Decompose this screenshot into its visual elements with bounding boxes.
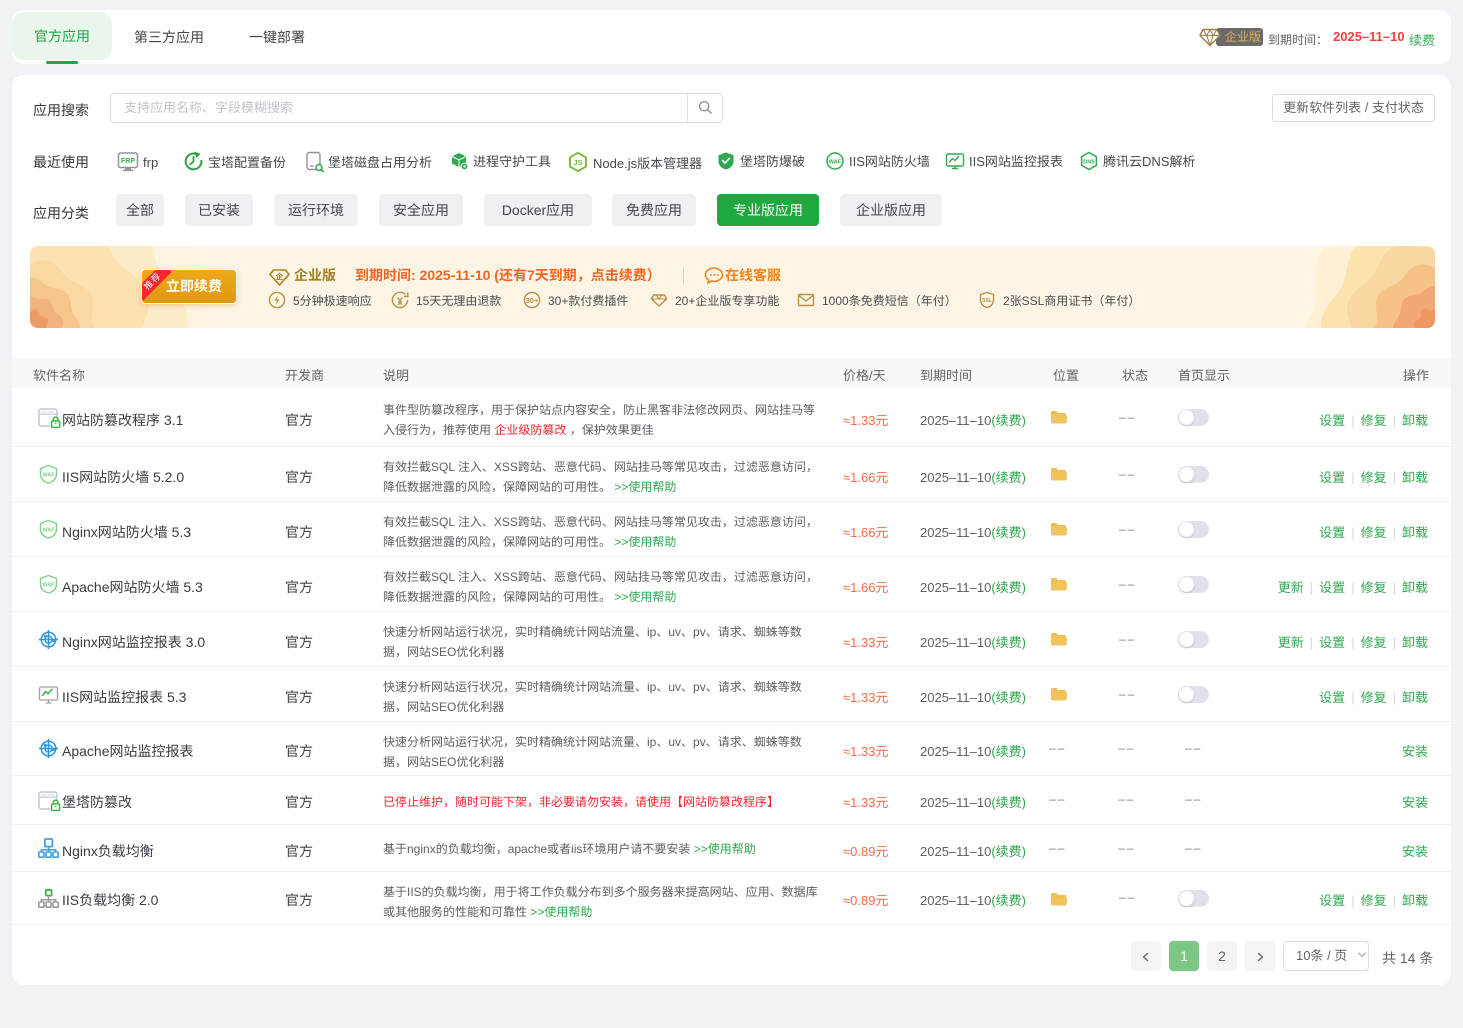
svg-text:WAF: WAF <box>43 583 56 589</box>
svg-text:WAF: WAF <box>829 159 842 165</box>
svg-text:企: 企 <box>276 273 284 282</box>
svg-text:DNS: DNS <box>1083 159 1095 165</box>
svg-text:WAF: WAF <box>43 528 56 534</box>
svg-text:WAF: WAF <box>43 473 56 479</box>
svg-text:30+: 30+ <box>526 296 539 305</box>
svg-text:FRP: FRP <box>121 158 135 165</box>
svg-text:JS: JS <box>573 158 582 167</box>
svg-text:SSL: SSL <box>982 298 992 304</box>
